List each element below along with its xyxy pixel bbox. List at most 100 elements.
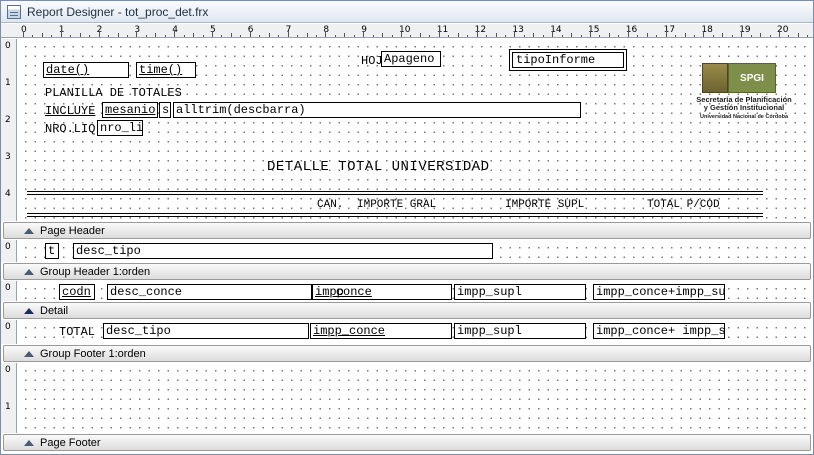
vertical-ruler-group-footer: 0 bbox=[1, 320, 17, 344]
ruler-tick bbox=[259, 35, 261, 37]
ruler-tick bbox=[599, 35, 601, 37]
detail-band-bar[interactable]: Detail bbox=[3, 302, 811, 319]
collapse-triangle-icon[interactable] bbox=[24, 439, 34, 446]
col-can-label: CAN. bbox=[317, 199, 344, 211]
ruler-label: 0 bbox=[5, 242, 11, 252]
nro-liq-field[interactable]: nro_li bbox=[97, 120, 143, 136]
title-bar[interactable]: Report Designer - tot_proc_det.frx bbox=[1, 1, 813, 23]
ruler-tick bbox=[552, 31, 554, 37]
col-importe-gral-label: IMPORTE GRAL bbox=[357, 199, 437, 211]
ruler-label: 4 bbox=[5, 189, 11, 199]
ruler-tick bbox=[249, 31, 251, 37]
ruler-tick bbox=[51, 35, 53, 37]
ruler-tick bbox=[486, 35, 488, 37]
ruler-tick bbox=[174, 31, 176, 37]
logo-text-line-3: Universidad Nacional de Córdoba bbox=[699, 114, 789, 120]
ruler-tick bbox=[183, 35, 185, 37]
ruler-tick bbox=[523, 35, 525, 37]
desc-tipo-footer-field[interactable]: desc_tipo bbox=[103, 323, 309, 339]
ruler-tick bbox=[202, 35, 204, 37]
ruler-tick bbox=[363, 31, 365, 37]
ruler-tick bbox=[212, 31, 213, 37]
report-designer-window: Report Designer - tot_proc_det.frx 01234… bbox=[0, 0, 814, 455]
ruler-tick bbox=[230, 33, 232, 37]
ruler-tick bbox=[325, 31, 327, 37]
ruler-tick bbox=[382, 33, 384, 37]
pageno-field[interactable]: Apageno bbox=[381, 51, 441, 67]
vertical-ruler-group-header: 0 bbox=[1, 240, 17, 262]
ruler-tick bbox=[779, 31, 780, 37]
ruler-tick bbox=[467, 35, 469, 37]
report-designer-icon bbox=[7, 4, 21, 19]
impp-conce-footer-field[interactable]: impp_conce bbox=[310, 323, 452, 339]
t-field[interactable]: t bbox=[45, 243, 59, 259]
ruler-label: 0 bbox=[5, 41, 11, 51]
planilla-label: PLANILLA DE TOTALES bbox=[45, 86, 182, 100]
collapse-triangle-icon[interactable] bbox=[24, 268, 34, 275]
impp-conce-text: conce bbox=[335, 285, 372, 299]
time-field[interactable]: time() bbox=[136, 62, 196, 78]
tipo-informe-inner: tipoInforme bbox=[512, 52, 624, 68]
ruler-tick bbox=[240, 35, 242, 37]
ruler-tick bbox=[533, 33, 535, 37]
desc-tipo-field[interactable]: desc_tipo bbox=[73, 243, 493, 259]
page-footer-band-bar[interactable]: Page Footer bbox=[3, 434, 811, 451]
ruler-tick bbox=[155, 33, 157, 37]
ruler-tick bbox=[712, 35, 714, 37]
impp-supl-footer-field[interactable]: impp_supl bbox=[454, 323, 586, 339]
band-label: Group Footer 1:orden bbox=[40, 347, 146, 360]
ruler-tick bbox=[136, 31, 138, 37]
page-footer-band-area[interactable] bbox=[18, 363, 813, 433]
impp-total-field[interactable]: impp_conce+impp_sup bbox=[593, 284, 725, 300]
ruler-tick bbox=[504, 35, 506, 37]
group-header-band-bar[interactable]: Group Header 1:orden bbox=[3, 263, 811, 280]
alltrim-descbarra-field[interactable]: alltrim(descbarra) bbox=[173, 102, 581, 118]
ruler-tick bbox=[117, 33, 119, 37]
codn-field[interactable]: codn bbox=[59, 284, 95, 300]
ruler-tick bbox=[750, 35, 752, 37]
ruler-tick bbox=[703, 31, 705, 37]
horizontal-ruler: 0 1 2 3 4 5 6 7 8 9 10 11 12 13 14 15 16 17 18 19 20 bbox=[1, 24, 813, 38]
collapse-triangle-icon[interactable] bbox=[24, 227, 34, 234]
small-field[interactable]: s bbox=[159, 102, 171, 118]
separator-line bbox=[27, 191, 763, 192]
ruler-tick bbox=[145, 35, 147, 37]
band-label: Detail bbox=[40, 304, 69, 317]
ruler-tick bbox=[675, 35, 677, 37]
ruler-tick bbox=[41, 33, 43, 37]
ruler-tick bbox=[193, 33, 195, 37]
ruler-tick bbox=[419, 33, 421, 37]
ruler-tick bbox=[268, 33, 270, 37]
ruler-tick bbox=[571, 33, 573, 37]
mesanio-field[interactable]: mesanio bbox=[102, 102, 158, 118]
collapse-triangle-icon[interactable] bbox=[24, 350, 34, 357]
ruler-tick bbox=[315, 35, 317, 37]
ruler-tick bbox=[656, 35, 658, 37]
ruler-tick bbox=[448, 35, 450, 37]
collapse-triangle-icon[interactable] bbox=[24, 307, 34, 314]
band-label: Page Footer bbox=[40, 436, 101, 449]
date-field[interactable]: date() bbox=[43, 62, 129, 78]
ruler-tick bbox=[514, 31, 516, 37]
impp-supl-field[interactable]: impp_supl bbox=[454, 284, 586, 300]
ruler-tick bbox=[401, 31, 402, 37]
separator-line bbox=[27, 194, 763, 195]
ruler-label: 0 bbox=[5, 365, 11, 375]
ruler-tick bbox=[618, 35, 620, 37]
ruler-tick bbox=[590, 31, 591, 37]
spgi-logo: SPGI Secretaría de Planificación y Gesti… bbox=[689, 63, 799, 127]
group-footer-band-bar[interactable]: Group Footer 1:orden bbox=[3, 345, 811, 362]
page-header-band-bar[interactable]: Page Header bbox=[3, 222, 811, 239]
vertical-ruler-page-footer: 0 1 bbox=[1, 363, 17, 433]
ruler-tick bbox=[760, 33, 762, 37]
impp-conce-field[interactable]: imppconce bbox=[312, 284, 452, 300]
tipo-informe-field[interactable]: tipoInforme bbox=[509, 49, 627, 71]
impp-total-footer-field[interactable]: impp_conce+ impp_su bbox=[593, 323, 725, 339]
band-label: Page Header bbox=[40, 224, 105, 237]
ruler-tick bbox=[788, 35, 790, 37]
ruler-tick bbox=[580, 35, 582, 37]
ruler-tick bbox=[457, 33, 459, 37]
desc-conce-field[interactable]: desc_conce bbox=[107, 284, 312, 300]
col-importe-supl-label: IMPORTE SUPL bbox=[505, 199, 585, 211]
ruler-tick bbox=[438, 31, 440, 37]
